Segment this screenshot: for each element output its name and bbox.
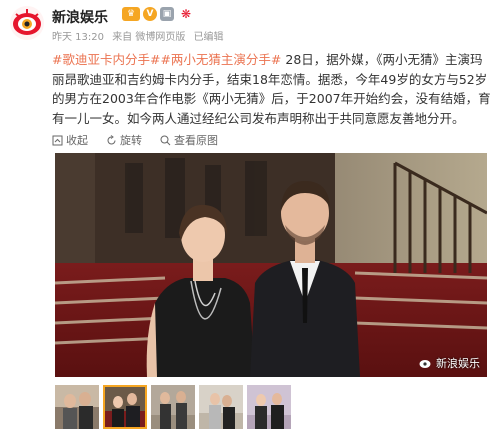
- image-toolbar: 收起 旋转 查看原图: [52, 131, 492, 149]
- post-time[interactable]: 昨天 13:20: [52, 32, 104, 43]
- topic-link[interactable]: #两小无猜主演分手#: [160, 52, 281, 67]
- watermark: 新浪娱乐: [419, 355, 480, 371]
- post-body: #歌迪亚卡内分手##两小无猜主演分手# 28日，据外媒，《两小无猜》主演玛丽昂歌…: [52, 50, 492, 128]
- weibo-logo-icon: [419, 360, 431, 368]
- zoom-icon: [160, 135, 171, 145]
- medal-icon[interactable]: ▣: [160, 7, 174, 21]
- avatar[interactable]: [10, 6, 44, 40]
- post-meta: 昨天 13:20 来自 微博网页版 已编辑: [52, 28, 229, 43]
- thumbnail[interactable]: [247, 385, 291, 429]
- collapse-icon: [52, 135, 63, 145]
- watermark-text: 新浪娱乐: [436, 357, 480, 370]
- collect-label: 收起: [66, 134, 88, 147]
- topic-link[interactable]: #歌迪亚卡内分手#: [52, 52, 160, 67]
- v-badge-icon[interactable]: V: [143, 7, 157, 21]
- rotate-label: 旋转: [120, 134, 142, 147]
- username[interactable]: 新浪娱乐: [52, 7, 108, 27]
- post-source: 来自 微博网页版: [112, 32, 186, 43]
- collect-button[interactable]: 收起: [52, 132, 88, 148]
- thumbnail[interactable]: [55, 385, 99, 429]
- edited-label[interactable]: 已编辑: [194, 32, 224, 43]
- rotate-icon: [107, 134, 116, 144]
- main-photo[interactable]: [55, 153, 487, 377]
- thumbnail[interactable]: [199, 385, 243, 429]
- thumbnail-strip: [55, 385, 291, 429]
- user-badges: ♛ V ▣ ❋: [122, 7, 191, 21]
- rotate-button[interactable]: 旋转: [106, 132, 142, 148]
- thumbnail[interactable]: [151, 385, 195, 429]
- view-original-label: 查看原图: [174, 134, 218, 147]
- view-original-button[interactable]: 查看原图: [160, 132, 218, 148]
- red-carpet-photo: [55, 153, 487, 377]
- sina-eye-logo-icon: [13, 9, 41, 35]
- post-header: 新浪娱乐 ♛ V ▣ ❋ 昨天 13:20 来自 微博网页版 已编辑: [0, 0, 500, 46]
- thumbnail[interactable]: [103, 385, 147, 429]
- vip-crown-icon[interactable]: ♛: [122, 7, 140, 21]
- fire-icon: ❋: [181, 7, 192, 21]
